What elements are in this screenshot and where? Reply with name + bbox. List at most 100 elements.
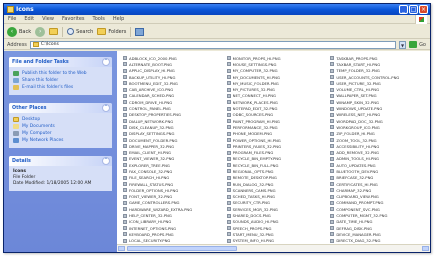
scroll-right-button[interactable]: [422, 246, 429, 251]
image-file-icon: [226, 87, 231, 92]
place-label: My Network Places: [22, 138, 64, 143]
file-name: NETWORK_PLACES.PNG: [232, 99, 278, 105]
task-share-folder[interactable]: Share this folder: [13, 77, 108, 84]
details-panel: Details ˄ Icons File Folder Date Modifie…: [9, 156, 112, 191]
file-name: DISK_CLEANUP_32.PNG: [129, 124, 174, 130]
network-icon: [13, 138, 19, 143]
file-name: SCANNERS_CAMS.PNG: [232, 187, 276, 193]
address-dropdown-button[interactable]: ▼: [399, 40, 407, 49]
share-icon: [13, 78, 19, 83]
image-file-icon: [226, 175, 231, 180]
collapse-icon[interactable]: ˄: [102, 104, 110, 112]
image-file-icon: [123, 56, 127, 61]
horizontal-scrollbar[interactable]: [117, 244, 430, 252]
panel-header[interactable]: File and Folder Tasks ˄: [9, 57, 112, 67]
image-file-icon: [330, 200, 335, 205]
image-file-icon: [226, 156, 231, 161]
menu-favorites[interactable]: Favorites: [62, 16, 85, 22]
views-icon: [135, 27, 145, 36]
image-file-icon: [226, 56, 231, 61]
file-name: DEFRAG_DISK.PNG: [336, 225, 372, 231]
menu-view[interactable]: View: [42, 16, 54, 22]
file-name: ADBLOCK_ICO_2000.PNG: [129, 55, 177, 61]
search-button[interactable]: Search: [67, 28, 93, 35]
title-bar[interactable]: Icons _ □ ×: [4, 4, 430, 15]
search-icon: [67, 28, 75, 35]
file-name: SYSTEM_INFO_HI.PNG: [232, 238, 274, 244]
file-name: ODBC_SOURCES.PNG: [232, 112, 274, 118]
file-name: SCHED_TASKS_HI.PNG: [232, 194, 275, 200]
panel-header[interactable]: Other Places ˄: [9, 103, 112, 113]
image-file-icon: [123, 207, 127, 212]
file-name: REMOTE_DESKTOP.PNG: [232, 175, 277, 181]
collapse-icon[interactable]: ˄: [102, 58, 110, 66]
file-name: NET_CONNECT_HI.PNG: [232, 93, 276, 99]
image-file-icon: [330, 125, 335, 130]
image-file-icon: [226, 163, 231, 168]
image-file-icon: [226, 100, 231, 105]
file-name: SERVICES_MGR_32.PNG: [232, 206, 278, 212]
image-file-icon: [123, 238, 127, 243]
image-file-icon: [226, 68, 231, 73]
image-file-icon: [330, 156, 335, 161]
place-network[interactable]: My Network Places: [13, 137, 108, 144]
forward-button[interactable]: ›: [35, 26, 46, 37]
folders-label: Folders: [108, 28, 127, 35]
maximize-button[interactable]: □: [409, 5, 418, 14]
file-column: TASKBAR_PROPS.PNG TAXBAR_START_HI.PNG TEMP…: [330, 55, 426, 252]
file-name: TASKBAR_PROPS.PNG: [336, 55, 378, 61]
minimize-button[interactable]: _: [399, 5, 408, 14]
image-file-icon: [226, 213, 231, 218]
close-button[interactable]: ×: [419, 5, 428, 14]
folder-icon: [7, 6, 14, 13]
scroll-thumb[interactable]: [127, 246, 237, 251]
up-folder-button[interactable]: [49, 28, 59, 35]
file-name: GAME_CONTROLLERS.PNG: [129, 200, 180, 206]
image-file-icon: [330, 87, 335, 92]
file-column: MONITOR_PROPS_HI.PNG MOUSE_SETTINGS.PNG MY…: [226, 55, 323, 252]
place-desktop[interactable]: Desktop: [13, 116, 108, 123]
file-name: WINDOWS_UPDATE.PNG: [336, 106, 383, 112]
back-button[interactable]: ‹ Back: [7, 26, 32, 37]
task-email-files[interactable]: E-mail this folder's files: [13, 84, 108, 91]
task-publish-web[interactable]: Publish this folder to the Web: [13, 70, 108, 77]
file-name: TAXBAR_START_HI.PNG: [336, 61, 381, 67]
file-name: PHONE_MODEM.PNG: [232, 131, 273, 137]
image-file-icon: [226, 131, 231, 136]
menu-help[interactable]: Help: [113, 16, 124, 22]
place-my-documents[interactable]: My Documents: [13, 123, 108, 130]
scroll-left-button[interactable]: [118, 246, 125, 251]
image-file-icon: [226, 169, 231, 174]
folders-button[interactable]: Folders: [97, 28, 126, 35]
back-label: Back: [19, 28, 32, 35]
address-input[interactable]: C:\Icons: [29, 40, 397, 49]
image-file-icon: [330, 56, 335, 61]
image-file-icon: [123, 81, 127, 86]
file-name: BRIEFCASE_32.PNG: [336, 175, 374, 181]
panel-header[interactable]: Details ˄: [9, 156, 112, 166]
menu-file[interactable]: File: [8, 16, 16, 22]
file-name: CALENDAR_SCHED.PNG: [129, 93, 175, 99]
image-file-icon: [226, 125, 231, 130]
file-name: EXPLORER_TREE.PNG: [129, 162, 170, 168]
image-file-icon: [123, 106, 127, 111]
collapse-icon[interactable]: ˄: [102, 157, 110, 165]
file-list-pane[interactable]: ADBLOCK_ICO_2000.PNG ALTERNATE_BOOT.PNG AP…: [117, 51, 430, 252]
file-name: ADMIN_TOOLS_HI.PNG: [336, 156, 379, 162]
menu-edit[interactable]: Edit: [24, 16, 34, 22]
file-name: BLUETOOTH_DEV.PNG: [336, 168, 379, 174]
image-file-icon: [226, 112, 231, 117]
file-name: FILE_SEARCH_HI.PNG: [129, 175, 170, 181]
go-button[interactable]: Go: [409, 41, 426, 48]
file-name: RUN_DIALOG_32.PNG: [232, 181, 274, 187]
file-name: EVENT_VIEWER_32.PNG: [129, 156, 175, 162]
place-my-computer[interactable]: My Computer: [13, 130, 108, 137]
explorer-content: File and Folder Tasks ˄ Publish this fol…: [4, 51, 430, 252]
menu-tools[interactable]: Tools: [93, 16, 105, 22]
image-file-icon: [226, 93, 231, 98]
file-name: DISPLAY_SETTINGS.PNG: [129, 131, 175, 137]
image-file-icon: [330, 112, 335, 117]
place-label: Desktop: [22, 117, 41, 122]
views-button[interactable]: [135, 27, 145, 36]
file-name: COMPONENT_SVC.PNG: [336, 206, 380, 212]
